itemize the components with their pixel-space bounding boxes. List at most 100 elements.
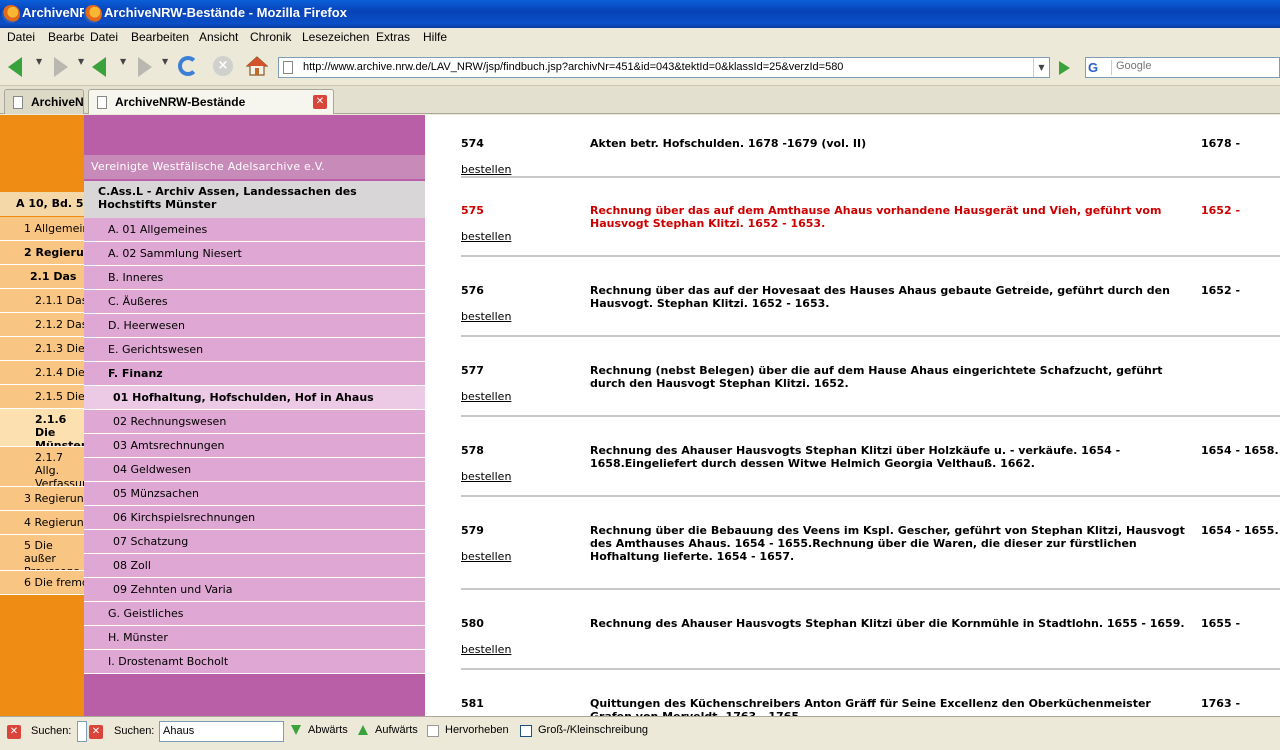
- match-case-checkbox[interactable]: Groß-/Kleinschreibung: [520, 724, 648, 737]
- record-date: 1678 -: [1201, 137, 1241, 150]
- divider: [461, 415, 1280, 417]
- classification-item[interactable]: 05 Münzsachen: [84, 482, 425, 506]
- tab-active[interactable]: ArchiveNRW-Bestände ✕: [88, 89, 334, 114]
- orange-nav-item[interactable]: 2.1.1 Das: [0, 289, 84, 313]
- orange-nav-item[interactable]: 5 Die außer Preussens: [0, 535, 84, 571]
- menu-item-bearbeiten[interactable]: Bearbeiten: [131, 30, 189, 44]
- record-date: 1655 -: [1201, 617, 1241, 630]
- home-icon: [245, 56, 269, 76]
- classification-item[interactable]: F. Finanz: [84, 362, 425, 386]
- back-button[interactable]: [90, 56, 114, 78]
- find-next-button[interactable]: Abwärts: [290, 724, 348, 736]
- classification-item[interactable]: C. Äußeres: [84, 290, 425, 314]
- record-number: 581: [461, 697, 484, 710]
- orange-nav-item[interactable]: 2.1.7 Allg. Verfassung: [0, 447, 84, 487]
- classification-item[interactable]: I. Drostenamt Bocholt: [84, 650, 425, 674]
- order-link[interactable]: bestellen: [461, 163, 511, 176]
- highlight-button[interactable]: Hervorheben: [427, 724, 509, 737]
- orange-nav-item[interactable]: 3 Regierung: [0, 487, 84, 511]
- classification-item[interactable]: 09 Zehnten und Varia: [84, 578, 425, 602]
- highlight-label: Hervorheben: [445, 724, 509, 736]
- menu-item-bearbeiten-back[interactable]: Bearbe: [48, 30, 84, 44]
- forward-arrow-icon: [54, 57, 68, 77]
- find-previous-button[interactable]: Aufwärts: [357, 724, 418, 736]
- record-date: 1652 -: [1201, 284, 1241, 297]
- record-title: Akten betr. Hofschulden. 1678 -1679 (vol…: [590, 137, 867, 150]
- classification-item[interactable]: E. Gerichtswesen: [84, 338, 425, 362]
- classification-item[interactable]: 07 Schatzung: [84, 530, 425, 554]
- order-link[interactable]: bestellen: [461, 310, 511, 323]
- menu-item-datei[interactable]: Datei: [90, 30, 118, 44]
- classification-item[interactable]: D. Heerwesen: [84, 314, 425, 338]
- find-bar: ✕ Suchen: ✕ Suchen: Ahaus Abwärts Aufwär…: [0, 716, 1280, 750]
- orange-navigation: A 10, Bd. 5 1 Allgemeines 2 Regierung 2.…: [0, 115, 84, 716]
- menu-item-datei-back[interactable]: Datei: [7, 30, 35, 44]
- orange-nav-item[interactable]: 1 Allgemeines: [0, 217, 84, 241]
- organization-link[interactable]: Vereinigte Westfälische Adelsarchive e.V…: [84, 155, 425, 179]
- close-findbar-icon[interactable]: ✕: [7, 725, 21, 739]
- chevron-down-icon[interactable]: ▼: [120, 57, 126, 66]
- tab-label: ArchiveNRW-Bestände: [115, 95, 246, 109]
- classification-item[interactable]: A. 02 Sammlung Niesert: [84, 242, 425, 266]
- order-link[interactable]: bestellen: [461, 390, 511, 403]
- classification-item[interactable]: 04 Geldwesen: [84, 458, 425, 482]
- find-label-back: Suchen:: [31, 725, 72, 737]
- classification-item[interactable]: H. Münster: [84, 626, 425, 650]
- record-number: 575: [461, 204, 484, 217]
- find-next-label: Abwärts: [308, 724, 348, 736]
- divider: [461, 588, 1280, 590]
- orange-nav-item[interactable]: 4 Regierung: [0, 511, 84, 535]
- go-button[interactable]: [1055, 59, 1073, 77]
- classification-item[interactable]: A. 01 Allgemeines: [84, 218, 425, 242]
- orange-nav-item[interactable]: 2.1 Das: [0, 265, 84, 289]
- forward-button[interactable]: [132, 56, 156, 78]
- find-input[interactable]: Ahaus: [159, 721, 284, 742]
- classification-item[interactable]: 06 Kirchspielsrechnungen: [84, 506, 425, 530]
- order-link[interactable]: bestellen: [461, 230, 511, 243]
- classification-item[interactable]: 08 Zoll: [84, 554, 425, 578]
- menu-item-lesezeichen[interactable]: Lesezeichen: [302, 30, 369, 44]
- order-link[interactable]: bestellen: [461, 470, 511, 483]
- menu-item-extras[interactable]: Extras: [376, 30, 410, 44]
- orange-nav-item[interactable]: 2.1.2 Das: [0, 313, 84, 337]
- close-tab-icon[interactable]: ✕: [313, 95, 327, 109]
- menu-item-ansicht[interactable]: Ansicht: [199, 30, 238, 44]
- selected-fonds[interactable]: C.Ass.L - Archiv Assen, Landessachen des…: [84, 181, 425, 218]
- forward-button-back-window[interactable]: [48, 56, 72, 78]
- classification-item[interactable]: 03 Amtsrechnungen: [84, 434, 425, 458]
- reload-button[interactable]: [178, 56, 202, 78]
- web-search-box[interactable]: G: [1085, 57, 1280, 78]
- record-number: 576: [461, 284, 484, 297]
- classification-item[interactable]: 02 Rechnungswesen: [84, 410, 425, 434]
- orange-nav-item[interactable]: 2.1.4 Die: [0, 361, 84, 385]
- order-link[interactable]: bestellen: [461, 643, 511, 656]
- orange-nav-item[interactable]: 2.1.3 Die: [0, 337, 84, 361]
- find-input-back[interactable]: [77, 721, 87, 742]
- url-bar[interactable]: http://www.archive.nrw.de/LAV_NRW/jsp/fi…: [278, 57, 1050, 78]
- classification-item-current[interactable]: 01 Hofhaltung, Hofschulden, Hof in Ahaus: [84, 386, 425, 410]
- arrow-down-icon: [290, 725, 302, 737]
- orange-nav-item-current[interactable]: 2.1.6 Die Münster: [0, 409, 84, 447]
- classification-item[interactable]: B. Inneres: [84, 266, 425, 290]
- close-findbar-icon[interactable]: ✕: [89, 725, 103, 739]
- chevron-down-icon[interactable]: ▼: [162, 57, 168, 66]
- firefox-icon: [2, 5, 20, 23]
- menu-item-chronik[interactable]: Chronik: [250, 30, 291, 44]
- order-link[interactable]: bestellen: [461, 550, 511, 563]
- menu-item-hilfe[interactable]: Hilfe: [423, 30, 447, 44]
- url-dropdown-icon[interactable]: ▼: [1033, 58, 1049, 77]
- classification-item[interactable]: G. Geistliches: [84, 602, 425, 626]
- record-title: Rechnung über das auf dem Amthause Ahaus…: [590, 204, 1162, 230]
- stop-button[interactable]: ×: [213, 56, 237, 78]
- chevron-down-icon[interactable]: ▼: [36, 57, 42, 66]
- search-engine-icon[interactable]: G: [1088, 60, 1112, 75]
- back-button-back-window[interactable]: [6, 56, 30, 78]
- orange-nav-item[interactable]: 2.1.5 Die: [0, 385, 84, 409]
- orange-nav-item[interactable]: 6 Die fremd: [0, 571, 84, 595]
- web-search-input[interactable]: [1116, 60, 1276, 72]
- orange-nav-item[interactable]: 2 Regierung: [0, 241, 84, 265]
- url-text[interactable]: http://www.archive.nrw.de/LAV_NRW/jsp/fi…: [303, 61, 843, 73]
- tab-back[interactable]: ArchiveNRW-Bestände: [4, 89, 84, 114]
- chevron-down-icon[interactable]: ▼: [78, 57, 84, 66]
- home-button[interactable]: [245, 56, 270, 78]
